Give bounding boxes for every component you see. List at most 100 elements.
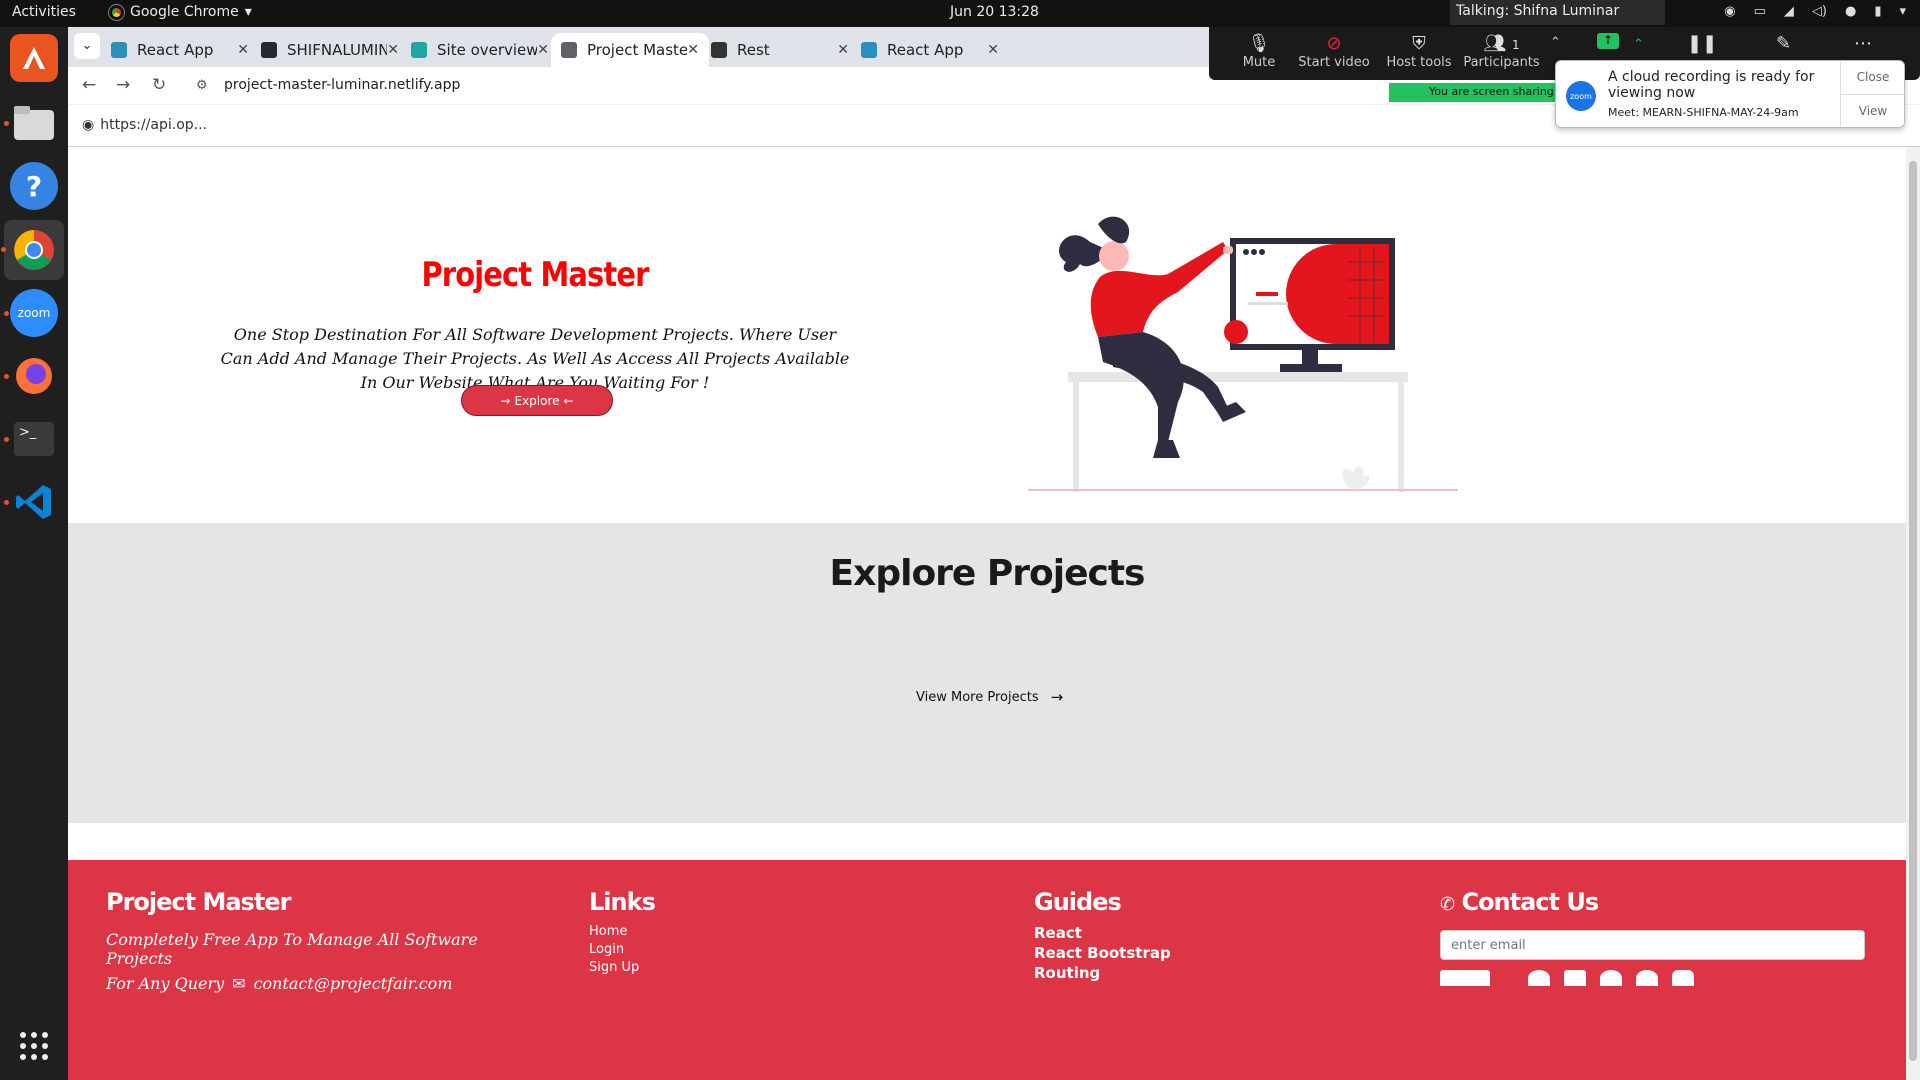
zoom-logo-icon: zoom [1566, 81, 1596, 111]
chrome-dock-icon[interactable] [1, 220, 64, 280]
phone-icon: ✆ [1440, 894, 1455, 915]
sharing-label: You are screen sharing [1429, 85, 1554, 98]
footer-link-signup[interactable]: Sign Up [589, 960, 655, 975]
power-menu-icon[interactable]: ▾ [1899, 4, 1906, 19]
facebook-icon[interactable] [1636, 970, 1658, 986]
volume-icon[interactable]: ◁) [1812, 4, 1827, 19]
share-screen-button[interactable]: ↑ [1597, 33, 1619, 49]
screen-icon[interactable]: ▭ [1754, 4, 1766, 19]
notification-close-button[interactable]: Close [1841, 61, 1905, 94]
react-favicon-icon [861, 42, 877, 58]
pause-icon: ❚❚ [1687, 33, 1718, 54]
firefox-icon[interactable] [4, 352, 58, 400]
footer-links-title: Links [589, 888, 656, 916]
notification-message: A cloud recording is ready for viewing n… [1608, 69, 1815, 101]
bookmark-item[interactable]: ◉ https://api.op... [82, 117, 207, 133]
footer-guide-routing[interactable]: Routing [1034, 964, 1171, 982]
system-tray[interactable]: ◉ ▭ ◢ ◁) ● ▮ ▾ [1724, 4, 1906, 19]
footer-query-row: For Any Query ✉ contact@projectfair.com [106, 974, 506, 993]
app-center-icon[interactable] [10, 34, 58, 82]
hero-title: Project Master [421, 255, 649, 295]
keyboard-layout-icon[interactable]: ◉ [1724, 4, 1735, 19]
battery-icon[interactable]: ▮ [1874, 4, 1881, 19]
participants-button[interactable]: 👥︎ 1 Participants [1459, 33, 1544, 70]
tab-4[interactable]: Rest ✕ [701, 33, 859, 67]
back-icon[interactable]: ← [82, 75, 96, 95]
footer-link-login[interactable]: Login [589, 942, 655, 957]
linkedin-icon[interactable] [1564, 970, 1586, 986]
arrow-right-icon: → [1050, 688, 1064, 706]
tab-close-icon[interactable]: ✕ [537, 42, 549, 58]
shield-icon: ⛨ [1412, 33, 1426, 54]
zoom-icon[interactable]: zoom [4, 289, 58, 337]
envelope-icon: ✉ [232, 974, 246, 993]
site-info-icon[interactable]: ⚙ [196, 78, 208, 93]
pause-share-button[interactable]: ❚❚ [1687, 33, 1717, 55]
hero-illustration [1028, 216, 1458, 492]
host-tools-button[interactable]: ⛨ Host tools [1384, 33, 1454, 70]
reload-icon[interactable]: ↻ [152, 75, 166, 95]
annotate-button[interactable]: ✎ [1776, 33, 1791, 55]
wifi-icon[interactable]: ◢ [1784, 4, 1794, 19]
tab-1[interactable]: SHIFNALUMINA✕ [251, 33, 409, 67]
help-icon[interactable]: ? [10, 162, 58, 210]
forward-icon[interactable]: → [116, 75, 130, 95]
tab-close-icon[interactable]: ✕ [387, 42, 399, 58]
tab-title: React App [137, 41, 214, 59]
zoom-recording-notification: zoom A cloud recording is ready for view… [1555, 60, 1905, 128]
globe-icon: ◉ [82, 117, 95, 133]
tab-search-icon[interactable]: ⌄ [74, 33, 100, 59]
explore-button[interactable]: → Explore ← [461, 385, 613, 416]
footer-guide-react-bootstrap[interactable]: React Bootstrap [1034, 944, 1171, 962]
tab-close-icon[interactable]: ✕ [237, 42, 249, 58]
start-video-label: Start video [1298, 55, 1370, 70]
tab-5[interactable]: React App ✕ [851, 33, 1009, 67]
vscode-icon[interactable] [4, 478, 58, 526]
page-scrollbar[interactable] [1906, 147, 1920, 1080]
tab-2[interactable]: Site overview | p✕ [401, 33, 559, 67]
host-tools-label: Host tools [1386, 55, 1452, 70]
tab-3[interactable]: Project Master ✕ [551, 33, 709, 67]
notification-view-button[interactable]: View [1841, 94, 1905, 127]
view-more-label: View More Projects [916, 689, 1039, 705]
subscribe-button[interactable] [1440, 970, 1490, 986]
mute-label: Mute [1242, 55, 1276, 70]
tab-close-icon[interactable]: ✕ [837, 42, 849, 58]
files-icon[interactable] [4, 99, 58, 147]
app-menu[interactable]: Google Chrome ▾ [109, 4, 252, 20]
participant-count: 1 [1511, 38, 1520, 52]
tab-title: Project Master [587, 41, 687, 59]
twitter-icon[interactable] [1600, 970, 1622, 986]
system-top-bar: Activities Google Chrome ▾ Jun 20 13:28 … [0, 0, 1920, 27]
footer-contact-label: Contact Us [1461, 888, 1599, 916]
participants-label: Participants [1463, 55, 1540, 70]
footer-email[interactable]: contact@projectfair.com [254, 974, 453, 993]
tab-close-icon[interactable]: ✕ [987, 42, 999, 58]
arrow-right-icon: → [500, 393, 511, 408]
terminal-icon[interactable]: >_ [4, 415, 58, 463]
netlify-favicon-icon [411, 42, 427, 58]
more-icon: ⋯ [1854, 33, 1872, 54]
address-bar[interactable]: project-master-luminar.netlify.app [224, 77, 460, 93]
participants-menu-caret[interactable]: ⌃ [1550, 35, 1561, 50]
footer-email-input[interactable] [1440, 930, 1865, 960]
microphone-icon[interactable]: ● [1845, 4, 1856, 19]
activities-button[interactable]: Activities [12, 4, 76, 20]
footer-link-home[interactable]: Home [589, 924, 655, 939]
footer-query-label: For Any Query [106, 974, 225, 993]
mute-button[interactable]: 🎙︎ Mute [1229, 33, 1289, 70]
clock[interactable]: Jun 20 13:28 [950, 4, 1039, 20]
github-icon[interactable] [1528, 970, 1550, 986]
show-apps-icon[interactable] [20, 1032, 48, 1060]
share-menu-caret[interactable]: ⌃ [1633, 37, 1644, 52]
explore-projects-title: Explore Projects [829, 553, 1146, 594]
footer-guide-react[interactable]: React [1034, 924, 1171, 942]
start-video-button[interactable]: ⊘ Start video [1294, 33, 1374, 70]
instagram-icon[interactable] [1672, 970, 1694, 986]
view-more-projects-link[interactable]: View More Projects → [916, 688, 1063, 706]
tab-close-icon[interactable]: ✕ [687, 42, 699, 58]
more-button[interactable]: ⋯ [1854, 33, 1872, 55]
notification-meeting: Meet: MEARN-SHIFNA-MAY-24-9am [1608, 106, 1799, 119]
tab-0[interactable]: React App ✕ [101, 33, 259, 67]
social-links [1440, 970, 1865, 986]
